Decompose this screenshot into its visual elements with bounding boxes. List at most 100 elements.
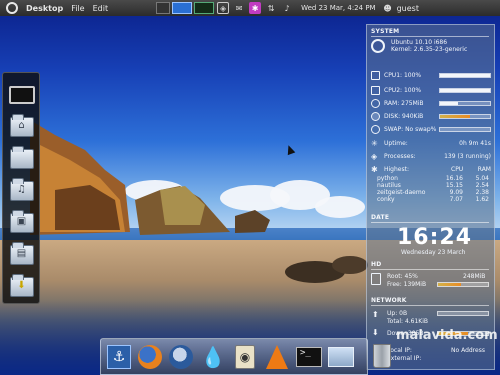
disk-row: DISK: 940KiB — [371, 111, 491, 122]
section-date-heading: DATE — [371, 214, 390, 221]
launcher-monitor[interactable] — [6, 81, 37, 108]
proc-name: nautilus — [377, 182, 401, 189]
cpu2-bar — [439, 88, 491, 93]
dock-item-firefox[interactable] — [136, 343, 164, 371]
process-table: python 16.16 5.04 nautilus 15.15 2.54 ze… — [377, 175, 489, 203]
user-icon[interactable]: ☻ — [382, 2, 394, 14]
gear-icon[interactable]: ✱ — [249, 2, 262, 14]
dock-item-window[interactable] — [327, 343, 355, 371]
upload-total: Total: 4.61KiB — [387, 318, 429, 325]
network-icon[interactable]: ⇅ — [265, 2, 277, 14]
disk-icon — [371, 112, 380, 121]
divider — [371, 222, 489, 223]
dock-item-drop[interactable]: 💧 — [199, 343, 227, 371]
dock-item-anchor[interactable]: ⚓ — [105, 343, 133, 371]
ram-label: RAM: 275MiB — [384, 100, 424, 107]
col-ram-header: RAM — [477, 166, 491, 173]
launcher-documents[interactable] — [6, 145, 37, 172]
highest-row: ✱ Highest: CPU RAM — [371, 164, 491, 175]
proc-ram: 2.38 — [475, 189, 489, 196]
harddisk-icon — [371, 273, 381, 285]
thunderbird-icon — [169, 345, 193, 369]
volume-icon[interactable]: ♪ — [281, 2, 293, 14]
root-size: 248MiB — [463, 273, 486, 280]
dock-item-terminal[interactable]: >_ — [295, 343, 323, 371]
table-row: zeitgeist-daemo 9.09 2.38 — [377, 189, 489, 196]
watermark-logo: malavida.com — [396, 328, 498, 343]
system-monitor-panel: SYSTEM Ubuntu 10.10 i686 Kernel: 2.6.35-… — [366, 24, 495, 370]
ram-bar-fill — [440, 102, 458, 105]
divider — [371, 269, 489, 270]
root-usage: Root: 45% — [387, 273, 418, 280]
upload-icon: ⬆ — [372, 310, 379, 319]
date-display: Wednesday 23 March — [401, 249, 466, 256]
launcher-music[interactable]: ♫ — [6, 177, 37, 204]
workspace-switcher[interactable] — [156, 2, 171, 14]
trash-icon — [373, 344, 391, 368]
cpu-graph-icon[interactable] — [172, 2, 193, 14]
table-row: python 16.16 5.04 — [377, 175, 489, 182]
proc-cpu: 16.16 — [445, 175, 463, 182]
cpu1-row: CPU1: 100% — [371, 70, 491, 81]
dock-item-thunderbird[interactable] — [167, 343, 195, 371]
section-system-heading: SYSTEM — [371, 28, 400, 35]
ubuntu-logo-icon[interactable] — [6, 2, 18, 14]
proc-name: zeitgeist-daemo — [377, 189, 426, 196]
cpu-icon — [371, 71, 380, 80]
clock-display: 16:24 — [397, 225, 473, 250]
window-icon — [328, 347, 354, 367]
table-row: conky 7.07 1.62 — [377, 196, 489, 203]
highest-label: Highest: — [384, 166, 409, 173]
edit-menu[interactable]: Edit — [89, 0, 113, 16]
ram-icon — [371, 99, 380, 108]
divider — [371, 36, 489, 37]
upload-speed: Up: 0B — [387, 310, 408, 317]
gear-icon: ✱ — [371, 165, 378, 174]
uptime-label: Uptime: — [384, 140, 408, 147]
ubuntu-logo-icon — [371, 39, 385, 53]
cpu1-bar-fill — [440, 74, 490, 77]
downloads-folder-icon: ⬇ — [9, 273, 34, 297]
dock-item-vlc[interactable] — [263, 343, 291, 371]
ram-row: RAM: 275MiB — [371, 98, 491, 109]
processes-label: Processes: — [384, 153, 416, 160]
local-ip-value: No Address — [451, 347, 485, 354]
cpu1-label: CPU1: 100% — [384, 72, 422, 79]
launcher-pictures[interactable]: ▣ — [6, 209, 37, 236]
user-menu[interactable]: guest — [396, 0, 423, 16]
root-bar — [437, 282, 489, 287]
disk-label: DISK: 940KiB — [384, 113, 424, 120]
launcher-videos[interactable]: ▤ — [6, 241, 37, 268]
kernel-version: Kernel: 2.6.35-23-generic — [391, 46, 468, 53]
proc-cpu: 15.15 — [445, 182, 463, 189]
mail-icon[interactable]: ✉ — [233, 2, 245, 14]
network-graph-icon[interactable] — [194, 2, 215, 14]
file-menu[interactable]: File — [67, 0, 88, 16]
col-cpu-header: CPU — [451, 166, 464, 173]
cpu1-bar — [439, 73, 491, 78]
processes-row: ◈ Processes: 139 (3 running) — [371, 151, 491, 162]
shield-icon[interactable]: ◈ — [217, 2, 230, 14]
desktop-menu[interactable]: Desktop — [22, 0, 67, 16]
videos-folder-icon: ▤ — [9, 241, 34, 265]
cpu2-label: CPU2: 100% — [384, 87, 422, 94]
proc-ram: 1.62 — [475, 196, 489, 203]
clock-applet[interactable]: Wed 23 Mar, 4:24 PM — [297, 0, 379, 16]
terminal-icon: >_ — [296, 347, 322, 367]
anchor-icon: ⚓ — [107, 345, 131, 369]
root-bar-fill — [438, 283, 461, 286]
dock-item-trash[interactable] — [368, 342, 396, 370]
swap-icon — [371, 125, 380, 134]
os-version: Ubuntu 10.10 i686 — [391, 39, 448, 46]
cpu-icon — [371, 86, 380, 95]
dock-item-speaker[interactable]: ◉ — [231, 343, 259, 371]
free-space: Free: 139MiB — [387, 281, 427, 288]
launcher-downloads[interactable]: ⬇ — [6, 273, 37, 300]
diamond-icon: ◈ — [371, 152, 378, 161]
launcher-home[interactable]: ⌂ — [6, 113, 37, 140]
uptime-row: ✳ Uptime: 0h 9m 41s — [371, 138, 491, 149]
panel-spacer — [138, 2, 154, 14]
swap-row: SWAP: No swap% — [371, 124, 491, 135]
folder-icon — [9, 145, 34, 169]
table-row: nautilus 15.15 2.54 — [377, 182, 489, 189]
